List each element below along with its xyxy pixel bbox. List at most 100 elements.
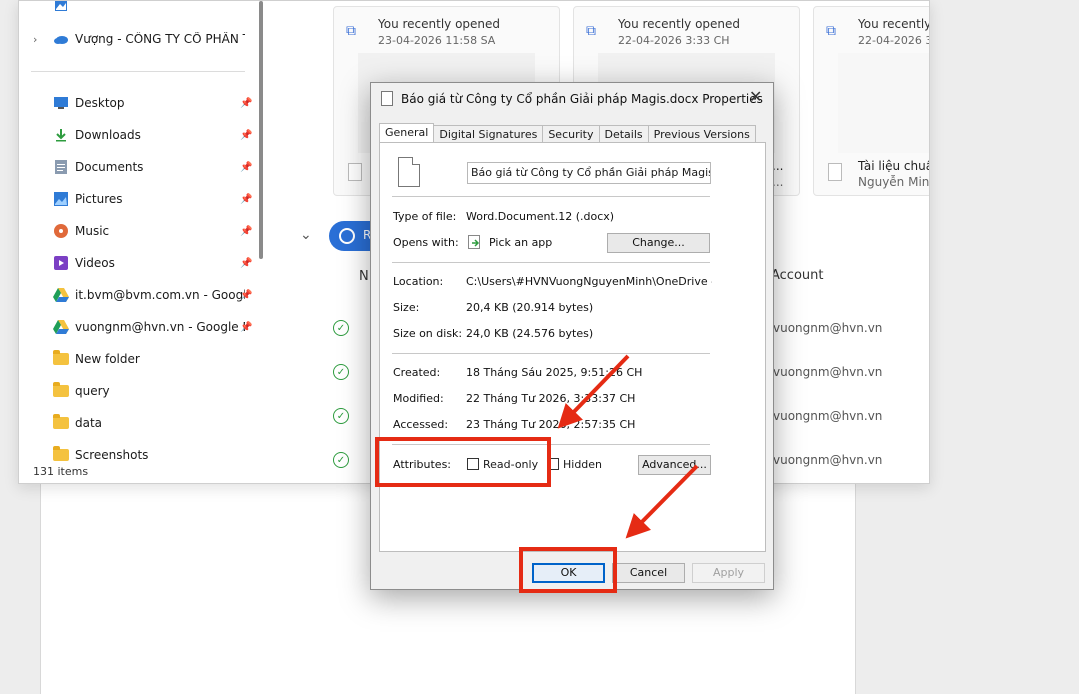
document-icon [828,163,842,181]
sidebar-item-new-folder[interactable]: New folder [19,345,259,373]
pin-icon[interactable]: 📌 [240,130,252,141]
pin-icon[interactable]: 📌 [240,162,252,173]
sidebar-item-downloads[interactable]: Downloads 📌 [19,121,259,149]
ok-highlight-box [519,547,617,593]
sidebar-item-google-drive-bvm[interactable]: it.bvm@bvm.com.vn - Google 📌 [19,281,259,309]
accessed-value: 23 Tháng Tư 2026, 2:57:35 CH [466,418,636,431]
sidebar-item-query[interactable]: query [19,377,259,405]
modified-label: Modified: [393,392,444,405]
sidebar-item-onedrive[interactable]: › Vượng - CÔNG TY CỔ PHẦN TẬP [19,25,259,53]
desktop-icon [53,95,69,111]
column-header-name[interactable]: N [359,269,369,284]
sidebar-item-label: Downloads [75,128,141,142]
cancel-button[interactable]: Cancel [612,563,685,583]
videos-icon [53,255,69,271]
hidden-label[interactable]: Hidden [563,458,602,471]
general-tab-panel: Báo giá từ Công ty Cổ phần Giải pháp Mag… [379,142,766,552]
sidebar-item-data[interactable]: data [19,409,259,437]
column-header-account[interactable]: Account [771,268,824,283]
created-value: 18 Tháng Sáu 2025, 9:51:26 CH [466,366,643,379]
row-account: vuongnm@hvn.vn [773,365,883,379]
filename-field[interactable]: Báo giá từ Công ty Cổ phần Giải pháp Mag… [467,162,711,184]
open-external-icon: ⧉ [826,23,836,39]
modified-value: 22 Tháng Tư 2026, 3:33:37 CH [466,392,636,405]
sidebar-item-label: Videos [75,256,115,270]
sidebar-scrollbar[interactable] [259,1,263,259]
chevron-down-icon[interactable]: ⌄ [300,227,312,243]
card-file-name: Tài liệu chuẩn [858,159,929,173]
clock-icon [339,228,355,244]
documents-icon [53,159,69,175]
pin-icon[interactable]: 📌 [240,98,252,109]
document-icon [398,157,420,187]
open-external-icon: ⧉ [346,23,356,39]
change-button[interactable]: Change... [607,233,710,253]
card-opened-label: You recently o [858,17,930,31]
opens-with-value: Pick an app [489,236,553,249]
item-count-status: 131 items [33,465,89,478]
folder-icon [53,414,69,431]
music-icon [53,223,69,239]
sidebar-item-music[interactable]: Music 📌 [19,217,259,245]
sidebar-item-videos[interactable]: Videos 📌 [19,249,259,277]
sidebar-item-label: vuongnm@hvn.vn - Google Dr [75,320,245,334]
apply-button[interactable]: Apply [692,563,765,583]
attributes-highlight-box [375,437,551,487]
download-icon [53,127,69,143]
sidebar-item-documents[interactable]: Documents 📌 [19,153,259,181]
sidebar-item-label: Pictures [75,192,123,206]
document-icon [381,91,393,106]
document-icon [348,163,362,181]
google-drive-icon [53,319,69,335]
sync-check-icon: ✓ [333,452,349,468]
recent-card[interactable]: ⧉ You recently o 22-04-2026 3 Tài liệu c… [813,6,930,196]
sidebar-item-google-drive-hvn[interactable]: vuongnm@hvn.vn - Google Dr 📌 [19,313,259,341]
sidebar-item-label: query [75,384,110,398]
location-label: Location: [393,275,444,288]
size-on-disk-label: Size on disk: [393,327,463,340]
card-opened-label: You recently opened [618,17,741,31]
pin-icon[interactable]: 📌 [240,194,252,205]
separator [392,353,710,354]
opens-with-label: Opens with: [393,236,459,249]
pictures-icon [53,1,69,13]
sync-check-icon: ✓ [333,364,349,380]
sidebar-item-label: data [75,416,103,430]
sidebar-item-desktop[interactable]: Desktop 📌 [19,89,259,117]
folder-icon [53,382,69,399]
sidebar-item-label: Documents [75,160,144,174]
sidebar-item-pictures[interactable]: Pictures 📌 [19,185,259,213]
cloud-icon [53,31,69,47]
close-icon[interactable]: ✕ [749,87,762,106]
card-date: 22-04-2026 3 [858,34,930,47]
pin-icon[interactable]: 📌 [240,290,252,301]
sidebar-item-label: Screenshots [75,448,149,462]
pick-app-icon [468,235,480,249]
properties-dialog: Báo giá từ Công ty Cổ phần Giải pháp Mag… [370,82,774,590]
pin-icon[interactable]: 📌 [240,226,252,237]
separator [392,262,710,263]
chevron-right-icon[interactable]: › [33,33,37,46]
pin-icon[interactable]: 📌 [240,322,252,333]
sidebar-divider [31,71,245,72]
pin-icon[interactable]: 📌 [240,258,252,269]
google-drive-icon [53,287,69,303]
card-file-owner: Nguyễn Minh [858,175,930,189]
size-on-disk-value: 24,0 KB (24.576 bytes) [466,327,594,340]
created-label: Created: [393,366,441,379]
card-opened-label: You recently opened [378,17,501,31]
sidebar-item-label: Vượng - CÔNG TY CỔ PHẦN TẬP [75,32,245,46]
sidebar-item-label: Desktop [75,96,125,110]
advanced-button[interactable]: Advanced... [638,455,711,475]
type-label: Type of file: [393,210,457,223]
row-account: vuongnm@hvn.vn [773,409,883,423]
location-value: C:\Users\#HVNVuongNguyenMinh\OneDrive - … [466,275,712,288]
size-label: Size: [393,301,420,314]
tab-general[interactable]: General [379,123,435,144]
navigation-pane: › Vượng - CÔNG TY CỔ PHẦN TẬP Desktop 📌 … [19,1,269,462]
size-value: 20,4 KB (20.914 bytes) [466,301,594,314]
folder-icon [53,350,69,367]
sidebar-item-top[interactable] [19,1,259,19]
card-date: 22-04-2026 3:33 CH [618,34,730,47]
row-account: vuongnm@hvn.vn [773,453,883,467]
